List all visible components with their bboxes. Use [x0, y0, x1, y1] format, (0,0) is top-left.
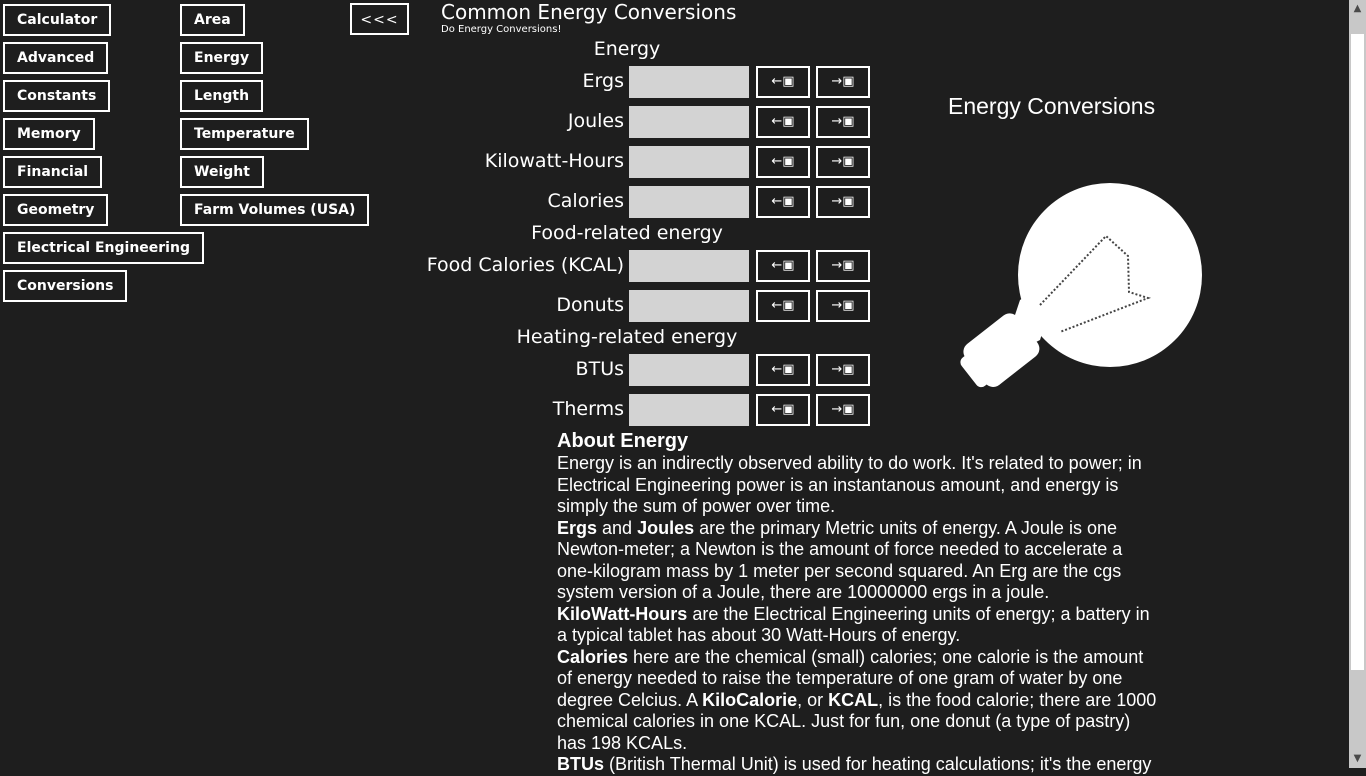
therms-label: Therms: [552, 398, 624, 420]
about-paragraph-2: Ergs and Joules are the primary Metric u…: [557, 518, 1157, 604]
scroll-up-icon[interactable]: ▲: [1349, 0, 1366, 18]
about-text: and: [597, 517, 638, 538]
food-calories-convert-from-button[interactable]: ←▣: [756, 250, 810, 282]
donuts-label: Donuts: [556, 294, 624, 316]
section-energy-heading: Energy: [593, 38, 661, 60]
scroll-down-icon[interactable]: ▼: [1349, 750, 1366, 768]
joules-convert-to-button[interactable]: →▣: [816, 106, 870, 138]
nav-geometry-button[interactable]: Geometry: [3, 194, 109, 226]
page-title: Common Energy Conversions: [441, 0, 737, 24]
scrollbar-thumb[interactable]: [1351, 34, 1364, 670]
btus-convert-from-button[interactable]: ←▣: [756, 354, 810, 386]
about-paragraph-5: BTUs (British Thermal Unit) is used for …: [557, 754, 1157, 776]
kilowatt-hours-convert-to-button[interactable]: →▣: [816, 146, 870, 178]
about-paragraph-4: Calories here are the chemical (small) c…: [557, 647, 1157, 755]
about-kilocalorie-term: KiloCalorie: [702, 689, 798, 710]
calories-convert-from-button[interactable]: ←▣: [756, 186, 810, 218]
about-heading: About Energy: [557, 430, 689, 452]
about-btus-term: BTUs: [557, 754, 605, 774]
food-calories-input[interactable]: [629, 250, 749, 282]
ergs-convert-to-button[interactable]: →▣: [816, 66, 870, 98]
section-food-heading: Food-related energy: [531, 222, 723, 244]
lightbulb-icon: [960, 183, 1202, 388]
ergs-label: Ergs: [582, 70, 624, 92]
joules-input[interactable]: [629, 106, 749, 138]
about-section: About Energy Energy is an indirectly obs…: [557, 430, 1157, 776]
calories-input[interactable]: [629, 186, 749, 218]
about-text: (British Thermal Unit) is used for heati…: [604, 754, 1152, 774]
about-calories-term: Calories: [557, 646, 629, 667]
kilowatt-hours-label: Kilowatt-Hours: [484, 150, 624, 172]
food-calories-convert-to-button[interactable]: →▣: [816, 250, 870, 282]
nav-weight-button[interactable]: Weight: [180, 156, 264, 188]
about-joules-term: Joules: [637, 517, 695, 538]
nav-calculator-button[interactable]: Calculator: [3, 4, 112, 36]
about-kilowatt-hours-term: KiloWatt-Hours: [557, 603, 688, 624]
back-button[interactable]: <<<: [350, 3, 409, 35]
therms-convert-to-button[interactable]: →▣: [816, 394, 870, 426]
therms-convert-from-button[interactable]: ←▣: [756, 394, 810, 426]
donuts-convert-from-button[interactable]: ←▣: [756, 290, 810, 322]
nav-length-button[interactable]: Length: [180, 80, 264, 112]
calories-label: Calories: [547, 190, 625, 212]
nav-temperature-button[interactable]: Temperature: [180, 118, 309, 150]
ergs-convert-from-button[interactable]: ←▣: [756, 66, 810, 98]
about-paragraph-3: KiloWatt-Hours are the Electrical Engine…: [557, 604, 1157, 647]
about-kcal-term: KCAL: [828, 689, 879, 710]
joules-convert-from-button[interactable]: ←▣: [756, 106, 810, 138]
kilowatt-hours-convert-from-button[interactable]: ←▣: [756, 146, 810, 178]
nav-conversions-button[interactable]: Conversions: [3, 270, 128, 302]
nav-memory-button[interactable]: Memory: [3, 118, 95, 150]
joules-label: Joules: [567, 110, 624, 132]
nav-constants-button[interactable]: Constants: [3, 80, 111, 112]
therms-input[interactable]: [629, 394, 749, 426]
vertical-scrollbar[interactable]: ▲ ▼: [1349, 0, 1366, 768]
section-heating-heading: Heating-related energy: [516, 326, 738, 348]
btus-input[interactable]: [629, 354, 749, 386]
btus-convert-to-button[interactable]: →▣: [816, 354, 870, 386]
nav-advanced-button[interactable]: Advanced: [3, 42, 109, 74]
donuts-input[interactable]: [629, 290, 749, 322]
page-subtitle: Do Energy Conversions!: [441, 24, 562, 35]
about-ergs-term: Ergs: [557, 517, 598, 538]
nav-area-button[interactable]: Area: [180, 4, 245, 36]
food-calories-label: Food Calories (KCAL): [426, 254, 624, 276]
about-paragraph-1: Energy is an indirectly observed ability…: [557, 453, 1142, 516]
about-text: , or: [797, 689, 829, 710]
calories-convert-to-button[interactable]: →▣: [816, 186, 870, 218]
kilowatt-hours-input[interactable]: [629, 146, 749, 178]
ergs-input[interactable]: [629, 66, 749, 98]
donuts-convert-to-button[interactable]: →▣: [816, 290, 870, 322]
nav-energy-button[interactable]: Energy: [180, 42, 264, 74]
nav-electrical-engineering-button[interactable]: Electrical Engineering: [3, 232, 204, 264]
btus-label: BTUs: [575, 358, 624, 380]
nav-farm-volumes-button[interactable]: Farm Volumes (USA): [180, 194, 370, 226]
side-panel-title: Energy Conversions: [948, 93, 1156, 119]
nav-financial-button[interactable]: Financial: [3, 156, 103, 188]
